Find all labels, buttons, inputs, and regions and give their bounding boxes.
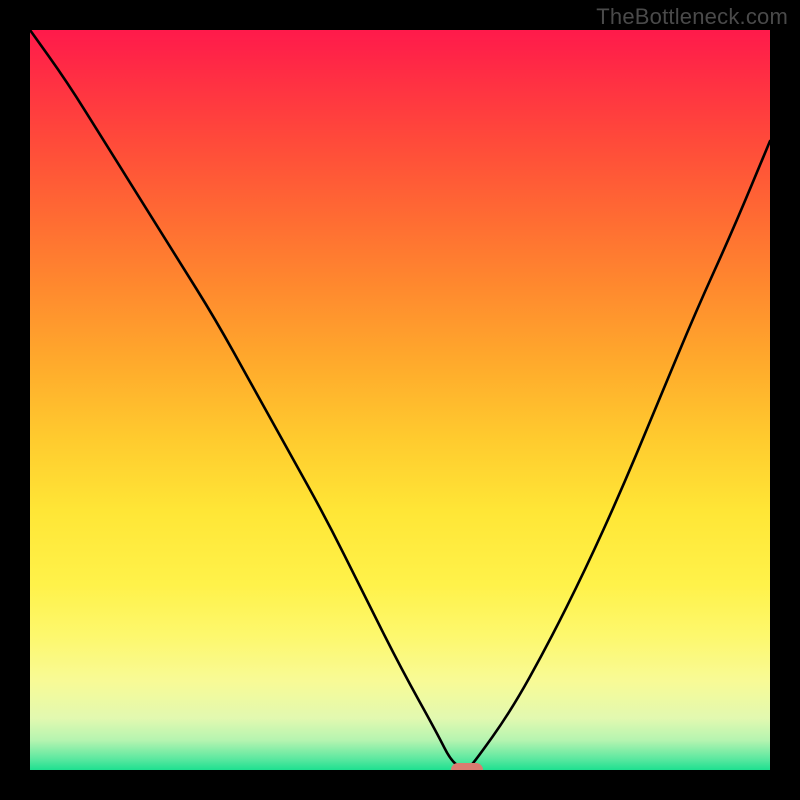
chart-frame: TheBottleneck.com <box>0 0 800 800</box>
bottleneck-curve <box>30 30 770 770</box>
watermark-text: TheBottleneck.com <box>596 4 788 30</box>
plot-area <box>30 30 770 770</box>
optimal-point-marker <box>451 763 483 770</box>
